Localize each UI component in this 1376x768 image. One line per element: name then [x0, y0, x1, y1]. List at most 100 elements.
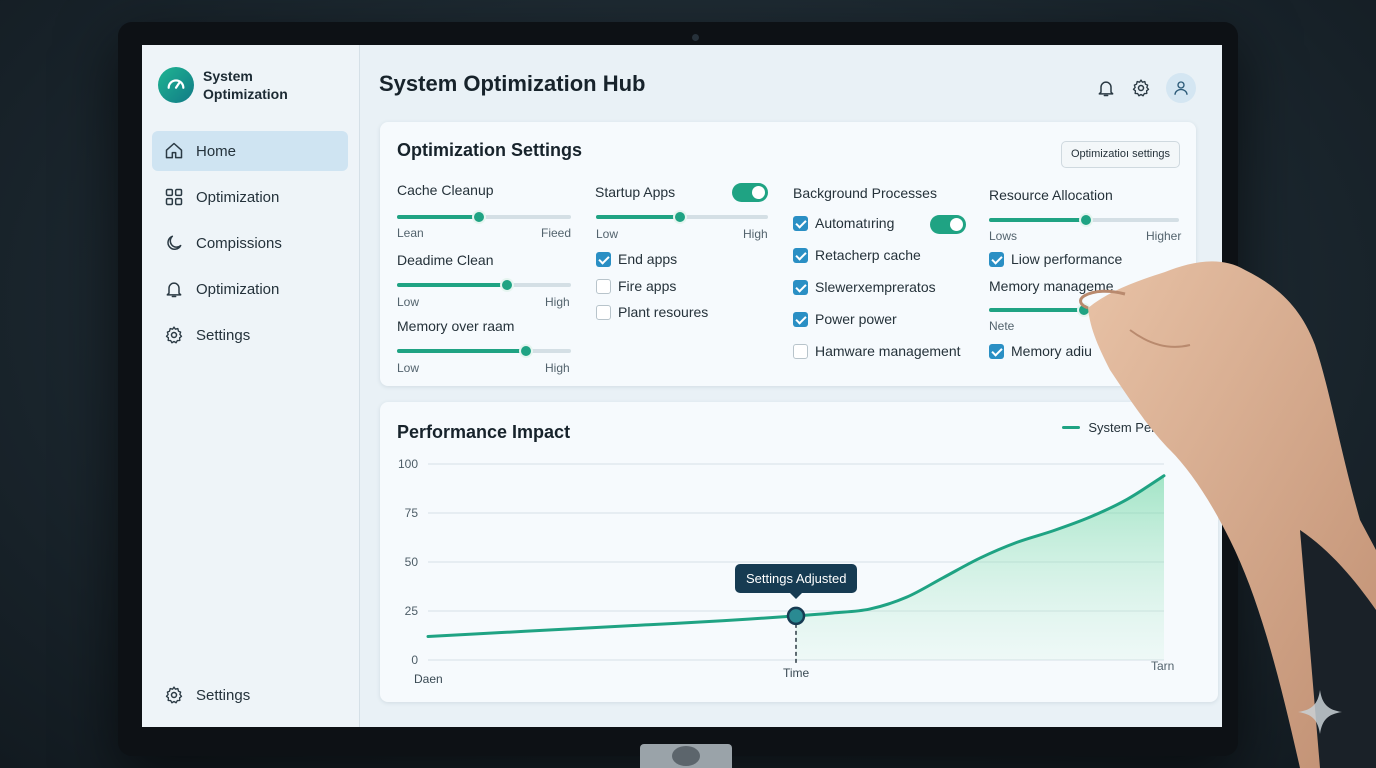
main-content: System Optimization Hub Optimization Set…: [360, 45, 1222, 727]
sidebar-footer: Settings: [152, 675, 348, 721]
app-brand[interactable]: System Optimization: [158, 67, 303, 103]
slider-max-label: High: [545, 295, 570, 309]
slider-min-label: Lean: [397, 226, 424, 240]
startup-apps-toggle[interactable]: [732, 183, 768, 202]
sidebar-item-label: Home: [196, 142, 237, 160]
webcam: [692, 34, 699, 41]
user-avatar-icon[interactable]: [1166, 73, 1196, 103]
slider-min-label: Nete: [989, 319, 1015, 333]
slider-min-label: Low: [596, 227, 619, 241]
sidebar-item-home[interactable]: Home: [152, 131, 348, 171]
performance-impact-card: 0 25 50 75 100 Performance Impact System Per…: [380, 402, 1218, 702]
sidebar-nav: Home Optimization Compissions Optimizati…: [152, 131, 348, 361]
fire-apps-checkbox[interactable]: [596, 279, 611, 294]
checkbox-label: Retacherp cache: [815, 247, 921, 263]
memory-management-slider[interactable]: [989, 303, 1179, 317]
sidebar-item-label: Settings: [196, 326, 251, 344]
hamware-management-checkbox[interactable]: [793, 344, 808, 359]
monitor-stand: [640, 744, 732, 768]
sidebar: System Optimization Home Optimization Co…: [142, 45, 360, 727]
end-apps-checkbox[interactable]: [596, 252, 611, 267]
checkbox-label: Slewerхempreratoѕ: [815, 279, 936, 295]
y-tick-label: 75: [405, 506, 419, 520]
deadime-clean-label: Deadime Clean: [397, 252, 494, 268]
slider-max-label: High: [545, 361, 570, 375]
startup-apps-label: Startup Apps: [595, 184, 676, 200]
sidebar-item-label: Settings: [196, 686, 251, 704]
checkbox-label: End apps: [618, 251, 678, 267]
home-icon: [164, 141, 184, 161]
liow-performance-checkbox[interactable]: [989, 252, 1004, 267]
sidebar-item-settings-bottom[interactable]: Settings: [152, 675, 348, 715]
sidebar-item-label: Optimization: [196, 280, 280, 298]
memory-over-raam-slider[interactable]: [397, 344, 571, 358]
cache-cleanup-slider[interactable]: [397, 210, 571, 224]
y-tick-label: 100: [398, 457, 418, 471]
slewer-checkbox[interactable]: [793, 280, 808, 295]
automatiring-checkbox[interactable]: [793, 216, 808, 231]
resource-allocation-label: Resource Allocation: [989, 187, 1113, 203]
slider-knob[interactable]: [1077, 303, 1091, 317]
slider-min-label: Low: [397, 361, 420, 375]
slider-max-label: High: [743, 227, 768, 241]
performance-chart: 0 25 50 75 100: [398, 457, 1166, 667]
header-actions: [1084, 73, 1196, 103]
checkbox-label: Liow performance: [1011, 251, 1123, 267]
gear-icon: [164, 325, 184, 345]
background-processes-label: Background Processes: [793, 185, 937, 201]
slider-min-label: Low: [397, 295, 420, 309]
gear-icon[interactable]: [1128, 75, 1154, 101]
slider-knob[interactable]: [673, 210, 688, 224]
sidebar-item-settings[interactable]: Settings: [152, 315, 348, 355]
sidebar-item-label: Optimization: [196, 188, 280, 206]
settings-adjusted-tooltip: Settings Adjusted: [735, 563, 858, 599]
optimization-settings-card: Optimization Settings Optimizatioı setti…: [380, 122, 1196, 386]
speedometer-logo-icon: [158, 67, 194, 103]
app-window: System Optimization Home Optimization Co…: [142, 45, 1222, 727]
sidebar-item-optimization-alerts[interactable]: Optimization: [152, 269, 348, 309]
resource-allocation-slider[interactable]: [989, 213, 1179, 227]
gear-icon: [164, 685, 184, 705]
checkbox-label: Automatıring: [815, 215, 895, 231]
memory-management-label: Memory manageme: [989, 278, 1114, 294]
checkbox-label: Fire apps: [618, 278, 677, 294]
slider-knob[interactable]: [1078, 213, 1093, 227]
checkbox-label: Memory adiu: [1011, 343, 1092, 359]
card-title: Performance Impact: [397, 422, 571, 442]
startup-apps-slider[interactable]: [596, 210, 768, 224]
checkbox-label: Power power: [815, 311, 897, 327]
card-title: Optimization Settings: [397, 140, 583, 160]
y-tick-label: 50: [405, 555, 419, 569]
memory-adiu-checkbox[interactable]: [989, 344, 1004, 359]
slider-knob[interactable]: [499, 278, 514, 292]
slider-knob[interactable]: [518, 344, 533, 358]
bell-icon[interactable]: [1093, 75, 1119, 101]
legend-label: System Performan: [1088, 420, 1196, 435]
slider-min-label: Lows: [989, 229, 1018, 243]
automatiring-toggle[interactable]: [930, 215, 966, 234]
power-power-checkbox[interactable]: [793, 312, 808, 327]
plant-resoures-checkbox[interactable]: [596, 305, 611, 320]
memory-over-raam-label: Memory over raam: [397, 318, 515, 334]
deadime-clean-slider[interactable]: [397, 278, 571, 292]
slider-max-label: Fieed: [541, 226, 572, 240]
page-title: System Optimization Hub: [379, 71, 646, 96]
x-axis-start-label: Daen: [414, 672, 443, 686]
highlight-point: [786, 606, 806, 626]
grid-icon: [164, 187, 184, 207]
cache-cleanup-label: Cache Cleanup: [397, 182, 494, 198]
retacherp-cache-checkbox[interactable]: [793, 248, 808, 263]
checkbox-label: Plant resoures: [618, 304, 709, 320]
chart-legend: System Performan: [1062, 420, 1196, 435]
optimization-settings-button[interactable]: Optimizatioı settings: [1060, 141, 1180, 168]
moon-icon: [164, 233, 184, 253]
slider-knob[interactable]: [471, 210, 486, 224]
x-axis-end-label: Tarn: [1151, 659, 1175, 673]
slider-max-label: Higher: [1146, 229, 1182, 243]
y-tick-label: 25: [405, 604, 419, 618]
sidebar-item-optimization[interactable]: Optimization: [152, 177, 348, 217]
checkbox-label: Hamware management: [815, 343, 961, 359]
x-axis-title: Time: [783, 666, 810, 680]
app-name: System Optimization: [203, 68, 288, 102]
sidebar-item-compissions[interactable]: Compissions: [152, 223, 348, 263]
